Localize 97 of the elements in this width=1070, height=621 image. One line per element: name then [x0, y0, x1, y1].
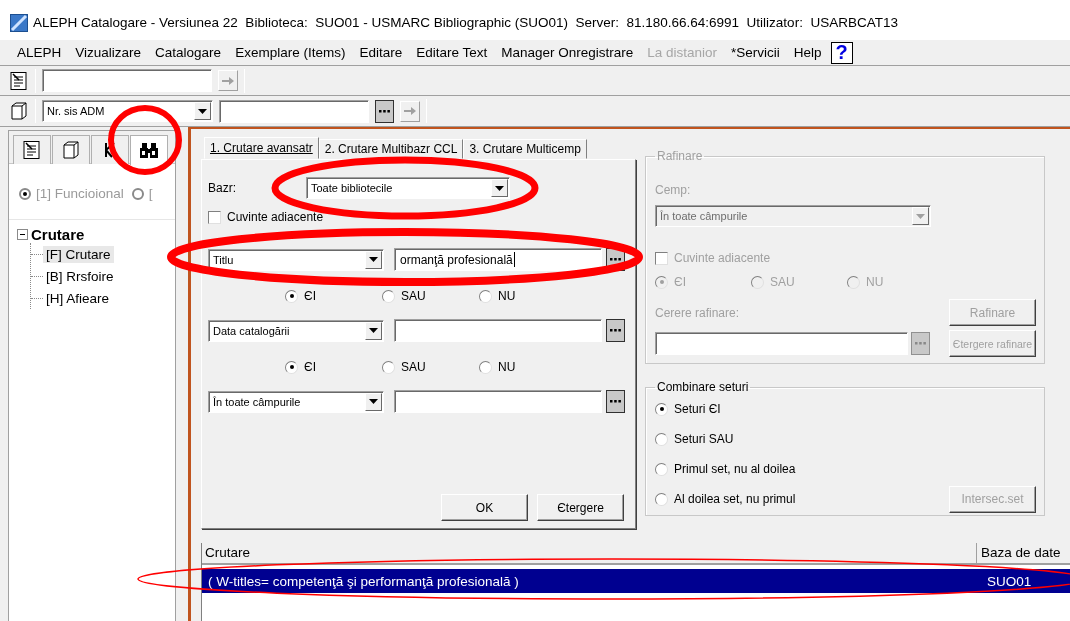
radio-label: ЄI — [674, 275, 686, 289]
more-icon — [610, 400, 621, 403]
tab[interactable]: 3. Crutare Multicemp — [463, 139, 587, 159]
group-title: Combinare seturi — [656, 380, 750, 394]
group-title: Rafinare — [656, 149, 704, 163]
app-icon — [10, 13, 28, 32]
menu-item[interactable]: ALEPH — [10, 45, 69, 60]
menu-item[interactable]: Editare — [352, 45, 410, 60]
dropdown[interactable]: Data catalogării — [208, 319, 384, 342]
more-icon — [610, 329, 621, 332]
table-row[interactable]: ( W-titles= competenţă şi performanţă profesională ) SUO01 — [202, 569, 1070, 593]
caret-icon — [369, 257, 378, 262]
column-header[interactable]: Crutare — [202, 543, 977, 563]
table-cell-text: SUO01 — [986, 573, 1033, 589]
menu-item[interactable]: Vizualizare — [68, 45, 149, 60]
tree-item[interactable]: [H] Afieare — [43, 289, 113, 307]
record-icon — [22, 140, 42, 160]
radio-label: Primul set, nu al doilea — [674, 462, 796, 476]
field-label: Bazr: — [208, 181, 237, 195]
caret-icon — [369, 328, 378, 333]
checkbox[interactable] — [208, 210, 221, 224]
table-cell-text: ( W-titles= competenţă şi performanţă profesională ) — [207, 573, 520, 589]
ok-button[interactable]: OK — [441, 494, 528, 521]
more-icon — [610, 258, 621, 261]
help-button[interactable]: ? — [830, 41, 853, 64]
arrow-right-icon — [404, 106, 416, 116]
column-header[interactable]: Baza de date — [977, 543, 1064, 563]
menu-item[interactable]: Catalogare — [148, 45, 229, 60]
radio-button[interactable] — [19, 187, 31, 200]
input-field[interactable] — [394, 390, 602, 413]
checkbox-label: Cuvinte adiacente — [227, 210, 324, 224]
field-label: Cemp: — [655, 183, 692, 197]
caret-icon — [369, 399, 378, 404]
radio-label: Seturi ЄI — [674, 402, 721, 416]
record-icon — [9, 70, 29, 91]
input-field[interactable] — [42, 69, 212, 92]
browse-button[interactable] — [606, 390, 625, 413]
arrow-right-icon — [222, 75, 234, 86]
radio-label: ЄI — [304, 360, 316, 374]
radio-button[interactable] — [479, 289, 492, 303]
copy-icon — [61, 140, 81, 160]
dropdown[interactable]: Titlu — [208, 248, 384, 271]
menu-item[interactable]: Help — [786, 45, 829, 60]
radio-button[interactable] — [131, 187, 144, 200]
radio-button[interactable] — [479, 360, 492, 374]
go-button[interactable] — [218, 70, 238, 91]
radio-button[interactable] — [655, 462, 668, 476]
radio-label: ЄI — [304, 289, 316, 303]
menu-item[interactable]: Editare Text — [409, 45, 495, 60]
caret-icon — [198, 108, 207, 114]
input-field[interactable]: ormanţă profesională — [394, 248, 602, 271]
more-icon — [915, 342, 926, 345]
radio-label: NU — [498, 360, 516, 374]
more-icon — [379, 109, 390, 113]
caret-icon — [495, 185, 504, 191]
tab[interactable]: 2. Crutare Multibazr CCL — [318, 139, 464, 159]
clear-button[interactable]: Єtergere — [537, 494, 624, 521]
tree-item[interactable]: [F] Crutare — [43, 245, 114, 263]
dropdown[interactable]: În toate câmpurile — [208, 390, 384, 413]
radio-label: SAU — [401, 289, 426, 303]
radio-label: SAU — [401, 360, 426, 374]
copy-icon — [9, 101, 29, 121]
sidebar-tab[interactable] — [130, 135, 168, 165]
dropdown[interactable]: Toate bibliotecile — [306, 177, 510, 199]
radio-label: NU — [498, 289, 516, 303]
menu-item[interactable]: Exemplare (Items) — [228, 45, 353, 60]
checkbox-label: Cuvinte adiacente — [674, 251, 771, 265]
go-button[interactable] — [400, 100, 420, 122]
radio-label: Al doilea set, nu primul — [674, 492, 796, 506]
radio-label: [ — [148, 186, 153, 201]
tab[interactable]: 1. Crutare avansatr — [204, 137, 319, 159]
collapse-icon[interactable] — [17, 229, 28, 240]
field-label: Cerere rafinare: — [655, 305, 740, 320]
input-field[interactable] — [394, 319, 602, 342]
radio-button[interactable] — [382, 289, 395, 303]
menu-item[interactable]: *Servicii — [724, 45, 787, 60]
radio-button[interactable] — [655, 432, 668, 446]
input-field[interactable] — [219, 99, 369, 123]
radio-button[interactable] — [655, 492, 668, 506]
menu-item[interactable]: Manager Onregistrare — [494, 45, 641, 60]
radio-button[interactable] — [285, 289, 298, 303]
binoculars-icon — [139, 140, 159, 161]
radio-button[interactable] — [382, 360, 395, 374]
browse-button[interactable] — [606, 319, 625, 342]
radio-button[interactable] — [285, 360, 298, 374]
tree-item[interactable]: Crutare — [31, 226, 85, 243]
tree-item[interactable]: [B] Rrsfoire — [43, 267, 117, 285]
radio-label: NU — [866, 275, 884, 289]
radio-label: [1] Funcioional — [36, 186, 124, 201]
radio-button[interactable] — [655, 402, 668, 416]
dropdown[interactable]: Nr. sis ADM — [42, 100, 213, 122]
browse-button[interactable] — [375, 99, 394, 123]
window-title: ALEPH Catalogare - Versiunea 22 Biblioteca: SUO01 - USMARC Bibliographic (SUO01) Server: 81.180.66.64:6991 Utilizator: USARBCAT13 — [33, 15, 898, 30]
caret-icon — [916, 213, 925, 219]
radio-label: Seturi SAU — [674, 432, 734, 446]
radio-label: SAU — [770, 275, 795, 289]
sidebar-tab[interactable] — [13, 135, 51, 164]
